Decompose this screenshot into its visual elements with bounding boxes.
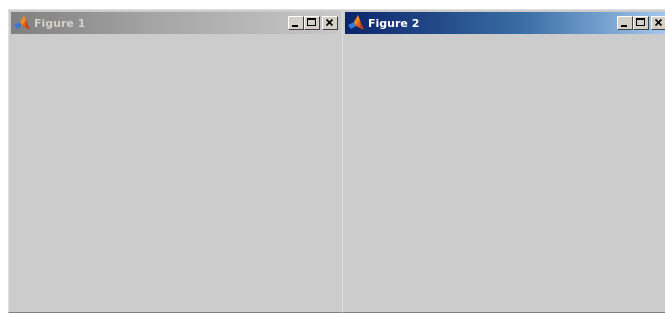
window-title: Figure 1	[34, 16, 86, 30]
close-button[interactable]	[322, 16, 338, 30]
window-controls	[617, 16, 665, 30]
maximize-button[interactable]	[304, 16, 320, 30]
window-controls	[288, 16, 338, 30]
maximize-icon	[636, 18, 645, 26]
close-icon	[325, 18, 334, 27]
maximize-button[interactable]	[633, 16, 649, 30]
figure-1-titlebar[interactable]: Figure 1	[11, 12, 340, 34]
minimize-icon	[621, 25, 627, 27]
minimize-button[interactable]	[288, 16, 304, 30]
close-icon	[654, 18, 663, 27]
figure-2-canvas[interactable]	[345, 36, 665, 310]
matlab-figure-icon	[14, 15, 30, 30]
window-title: Figure 2	[368, 16, 420, 30]
maximize-icon	[307, 18, 316, 26]
figure-1-canvas[interactable]	[11, 36, 340, 310]
figure-2-window[interactable]: Figure 2	[342, 9, 665, 313]
figure-2-titlebar[interactable]: Figure 2	[345, 12, 665, 34]
matlab-figure-icon	[348, 15, 364, 30]
minimize-button[interactable]	[617, 16, 633, 30]
close-button[interactable]	[651, 16, 665, 30]
minimize-icon	[292, 25, 298, 27]
figure-1-window[interactable]: Figure 1	[8, 9, 343, 313]
